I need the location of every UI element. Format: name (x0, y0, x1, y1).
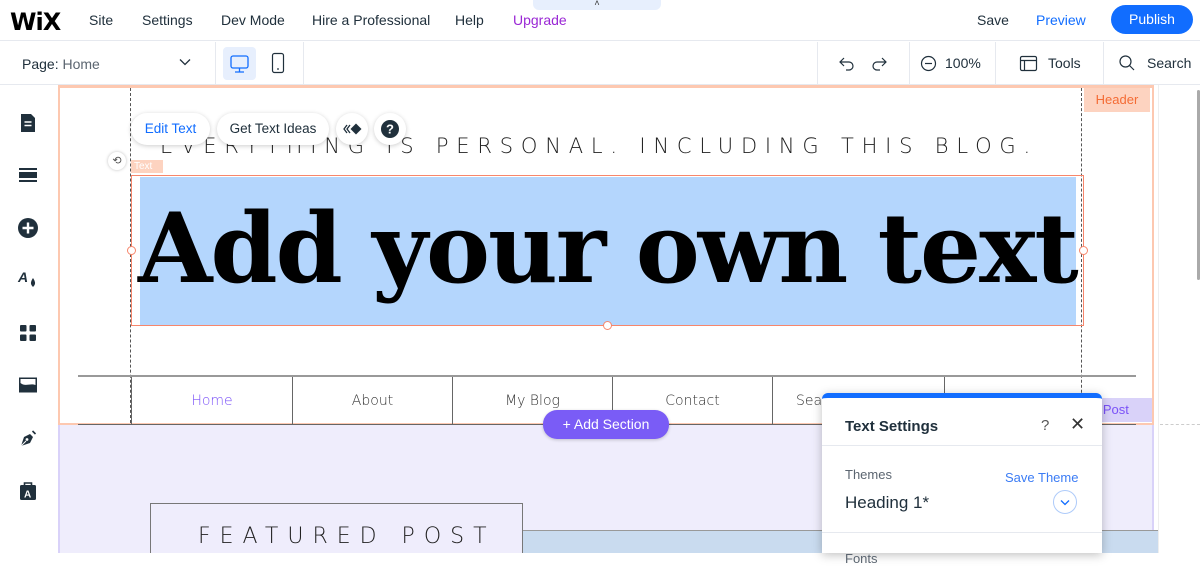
desktop-icon (230, 55, 249, 73)
save-button[interactable]: Save (977, 12, 1009, 28)
undo-icon[interactable] (838, 55, 856, 73)
header-section[interactable]: Header EVERYTHING IS PERSONAL. INCLUDING… (58, 85, 1154, 428)
panel-title: Text Settings (845, 418, 939, 435)
mobile-view-icon[interactable] (270, 52, 286, 74)
menu-hire-professional[interactable]: Hire a Professional (312, 12, 430, 28)
divider (817, 42, 818, 85)
help-button[interactable]: ? (374, 113, 406, 145)
svg-text:?: ? (386, 122, 394, 137)
featured-post-box[interactable]: FEATURED POST (150, 503, 523, 553)
headline-text[interactable]: Add your own text (138, 175, 1088, 323)
media-icon[interactable] (17, 374, 39, 396)
featured-post-title[interactable]: FEATURED POST (198, 524, 496, 549)
section-divider-line (1160, 424, 1200, 425)
page-label: Page: (22, 56, 59, 72)
save-theme-link[interactable]: Save Theme (1005, 470, 1078, 485)
divider (995, 42, 996, 85)
menu-upgrade[interactable]: Upgrade (513, 12, 567, 28)
element-type-label: Text (131, 160, 163, 173)
theme-dropdown-value[interactable]: Heading 1* (845, 493, 929, 513)
chevron-up-icon: ˄ (594, 0, 600, 8)
search-button[interactable]: Search (1147, 55, 1191, 71)
editor-toolbar: Page: Home 100% Tools Search (0, 42, 1200, 85)
desktop-view-button[interactable] (223, 47, 256, 80)
apps-icon[interactable] (17, 322, 39, 344)
preview-button[interactable]: Preview (1036, 12, 1086, 28)
menu-settings[interactable]: Settings (142, 12, 193, 28)
add-elements-icon[interactable] (17, 217, 39, 239)
header-tag[interactable]: Header (1084, 88, 1150, 112)
menu-dev-mode[interactable]: Dev Mode (221, 12, 285, 28)
blog-pen-icon[interactable] (17, 427, 39, 449)
rotate-handle-icon[interactable]: ⟲ (108, 152, 126, 170)
svg-text:A: A (17, 269, 28, 285)
theme-dropdown-button[interactable] (1053, 490, 1077, 514)
divider (303, 42, 304, 85)
themes-label: Themes (845, 467, 892, 482)
right-gutter (1158, 85, 1200, 553)
page-selector[interactable]: Page: Home (22, 56, 100, 72)
wix-logo[interactable]: WiX (10, 8, 61, 36)
nav-item-about[interactable]: About (292, 377, 452, 425)
redo-icon[interactable] (870, 55, 888, 73)
resize-handle-bottom[interactable] (603, 321, 612, 330)
chevron-down-icon (1060, 500, 1070, 506)
pages-icon[interactable] (17, 112, 39, 134)
resize-handle-left[interactable] (127, 246, 136, 255)
zoom-level[interactable]: 100% (945, 55, 981, 71)
help-icon: ? (381, 120, 399, 138)
left-rail: A A (0, 85, 58, 553)
divider (822, 532, 1102, 533)
panel-help-icon[interactable]: ? (1041, 417, 1049, 434)
divider (822, 445, 1102, 446)
divider (909, 42, 910, 85)
nav-item-home[interactable]: Home (131, 377, 292, 425)
tools-button[interactable]: Tools (1048, 55, 1081, 71)
sections-icon[interactable] (17, 164, 39, 186)
menu-site[interactable]: Site (89, 12, 113, 28)
tools-icon[interactable] (1019, 54, 1038, 73)
page-value: Home (62, 56, 100, 72)
publish-button[interactable]: Publish (1111, 5, 1193, 34)
app-market-icon[interactable]: A (17, 480, 39, 502)
get-text-ideas-button[interactable]: Get Text Ideas (217, 113, 329, 145)
animation-button[interactable] (336, 113, 368, 145)
divider (215, 42, 216, 85)
zoom-out-icon[interactable] (920, 55, 937, 72)
edit-text-button[interactable]: Edit Text (131, 113, 210, 145)
menu-help[interactable]: Help (455, 12, 484, 28)
add-section-button[interactable]: + Add Section (543, 410, 669, 439)
divider (1103, 42, 1104, 85)
selected-text-element[interactable]: Add your own text (127, 175, 1088, 330)
theme-design-icon[interactable]: A (17, 268, 39, 290)
text-settings-panel: Text Settings ? ✕ Themes Save Theme Head… (822, 393, 1102, 566)
fonts-label: Fonts (845, 551, 878, 566)
collapse-toolbar-tab[interactable]: ˄ (533, 0, 661, 10)
animation-icon (343, 123, 362, 135)
top-bar: WiX Site Settings Dev Mode Hire a Profes… (0, 0, 1200, 41)
resize-handle-right[interactable] (1079, 246, 1088, 255)
close-icon[interactable]: ✕ (1070, 414, 1085, 435)
search-icon[interactable] (1118, 54, 1136, 72)
chevron-down-icon[interactable] (178, 55, 192, 69)
svg-text:A: A (24, 490, 31, 501)
